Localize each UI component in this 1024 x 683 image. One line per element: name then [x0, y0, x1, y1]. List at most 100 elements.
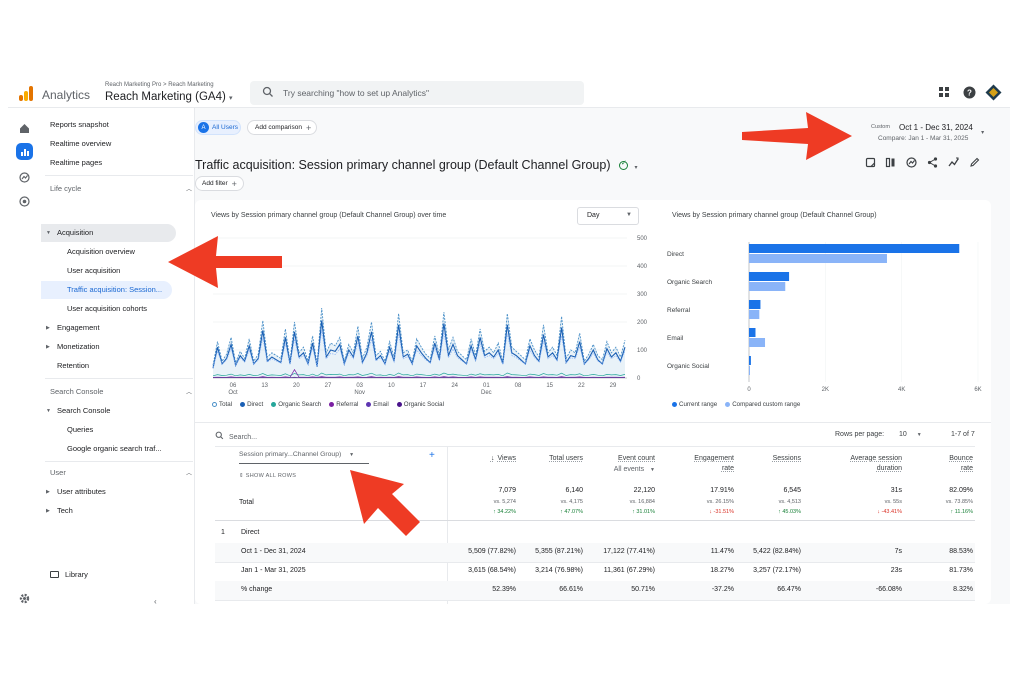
title-dropdown-icon[interactable]: ▾	[634, 165, 637, 171]
dimension-select[interactable]: Session primary...Channel Group) ▼	[239, 451, 369, 464]
date-range-picker[interactable]: Oct 1 - Dec 31, 2024 ▾	[899, 123, 984, 136]
date-range-value: Oct 1 - Dec 31, 2024	[899, 123, 973, 132]
help-icon[interactable]: ?	[963, 86, 976, 99]
group-label: Direct	[241, 529, 260, 536]
column-header-4[interactable]: Sessions	[715, 454, 801, 464]
granularity-select[interactable]: Day ▼	[577, 207, 639, 225]
top-bar: Analytics Reach Marketing Pro > Reach Ma…	[8, 78, 1010, 108]
legend-organic-search[interactable]: Organic Search	[271, 401, 321, 408]
nav-acquisition-overview[interactable]: Acquisition overview	[67, 247, 135, 256]
expand-triangle-icon[interactable]: ▶	[46, 344, 50, 350]
chevron-up-icon[interactable]: ︿	[186, 184, 192, 193]
total-compare: vs. 16,884	[629, 499, 655, 505]
nav-realtime-overview[interactable]: Realtime overview	[50, 139, 111, 148]
bar-current-direct[interactable]	[749, 244, 960, 253]
rows-per-page-select[interactable]: 10 ▼	[899, 431, 922, 438]
chevron-up-icon[interactable]: ︿	[186, 387, 192, 396]
advertising-icon[interactable]	[16, 193, 33, 210]
nav-queries[interactable]: Queries	[67, 425, 93, 434]
divider	[215, 520, 975, 521]
category-label: Email	[667, 335, 684, 342]
share-icon[interactable]	[927, 157, 938, 168]
insights-icon[interactable]	[906, 157, 917, 168]
x-tick-month: Dec	[481, 390, 492, 396]
x-tick-label: 08	[515, 383, 522, 389]
legend-email[interactable]: Email	[366, 401, 389, 408]
bar-compared-organic-search[interactable]	[749, 282, 786, 291]
show-all-rows-button[interactable]: ⇕ SHOW ALL ROWS	[239, 473, 296, 479]
chevron-down-icon: ▾	[229, 95, 233, 102]
nav-section-user[interactable]: User	[50, 468, 66, 477]
x-tick-month: Oct	[228, 390, 238, 396]
total-change: ↑ 31.01%	[632, 509, 655, 515]
y-tick-label: 100	[637, 348, 648, 354]
trend-insights-icon[interactable]	[948, 157, 959, 168]
plus-icon: +	[305, 122, 312, 133]
apps-icon[interactable]	[938, 86, 950, 98]
compare-columns-icon[interactable]	[885, 157, 896, 168]
expand-triangle-icon[interactable]: ▶	[46, 325, 50, 331]
x-tick-label: 24	[451, 383, 458, 389]
nav-tech[interactable]: Tech	[57, 506, 73, 515]
nav-realtime-pages[interactable]: Realtime pages	[50, 158, 102, 167]
x-tick-label: 03	[356, 383, 363, 389]
nav-section-lifecycle[interactable]: Life cycle	[50, 184, 81, 193]
table-search[interactable]: Search...	[215, 431, 257, 441]
bar-current-organic-search[interactable]	[749, 272, 790, 281]
legend-total[interactable]: Total	[212, 401, 232, 408]
nav-user-acquisition-cohorts[interactable]: User acquisition cohorts	[67, 304, 147, 313]
column-header-6[interactable]: Bounce rate	[883, 454, 973, 474]
legend-direct[interactable]: Direct	[240, 401, 263, 408]
bar-chart-title: Views by Session primary channel group (…	[672, 212, 877, 219]
nav-retention[interactable]: Retention	[57, 361, 89, 370]
chevron-up-icon[interactable]: ︿	[186, 468, 192, 477]
edit-comparisons-icon[interactable]	[865, 157, 876, 168]
legend-compared-range[interactable]: Compared custom range	[725, 401, 800, 408]
nav-library[interactable]: Library	[50, 570, 88, 579]
nav-monetization[interactable]: Monetization	[57, 342, 100, 351]
expand-triangle-icon[interactable]: ▶	[46, 508, 50, 514]
add-comparison-button[interactable]: Add comparison +	[247, 120, 317, 135]
explore-icon[interactable]	[16, 169, 33, 186]
bar-current-organic-social[interactable]	[749, 356, 751, 365]
nav-user-acquisition[interactable]: User acquisition	[67, 266, 120, 275]
bar-current-referral[interactable]	[749, 300, 761, 309]
all-users-chip[interactable]: A All Users	[195, 120, 241, 135]
bar-current-email[interactable]	[749, 328, 756, 337]
add-filter-button[interactable]: Add filter +	[195, 176, 244, 191]
home-icon[interactable]	[16, 120, 33, 137]
nav-traffic-acquisition[interactable]: Traffic acquisition: Session...	[67, 285, 162, 294]
x-tick-label: 29	[610, 383, 617, 389]
collapse-triangle-icon[interactable]: ▼	[46, 408, 51, 414]
property-selector[interactable]: Reach Marketing (GA4) ▾	[105, 91, 233, 103]
column-header-2[interactable]: Event count	[569, 454, 655, 464]
nav-engagement[interactable]: Engagement	[57, 323, 100, 332]
nav-user-attributes[interactable]: User attributes	[57, 487, 106, 496]
bar-compared-direct[interactable]	[749, 254, 887, 263]
nav-search-console[interactable]: Search Console	[57, 406, 110, 415]
bar-compared-referral[interactable]	[749, 310, 760, 319]
nav-section-search-console[interactable]: Search Console	[50, 387, 103, 396]
global-search[interactable]: Try searching "how to set up Analytics"	[250, 81, 584, 105]
legend-current-range[interactable]: Current range	[672, 401, 717, 408]
gear-icon[interactable]	[16, 590, 33, 604]
account-avatar[interactable]	[985, 84, 1002, 101]
nav-google-organic-search[interactable]: Google organic search traf...	[67, 444, 162, 453]
event-filter-select[interactable]: All events ▼	[565, 466, 655, 473]
pencil-icon[interactable]	[969, 157, 980, 168]
legend-referral[interactable]: Referral	[329, 401, 358, 408]
analytics-app: Analytics Reach Marketing Pro > Reach Ma…	[8, 78, 1010, 604]
reports-icon[interactable]	[16, 143, 33, 160]
bar-compared-organic-social[interactable]	[749, 366, 750, 375]
category-label: Organic Social	[667, 363, 710, 370]
total-row-label: Total	[239, 499, 254, 506]
nav-acquisition[interactable]: Acquisition	[57, 228, 93, 237]
collapse-nav-icon[interactable]: ‹	[154, 597, 157, 604]
property-breadcrumb[interactable]: Reach Marketing Pro > Reach Marketing	[105, 82, 214, 88]
table-row-label: % change	[241, 586, 273, 593]
nav-reports-snapshot[interactable]: Reports snapshot	[50, 120, 109, 129]
collapse-triangle-icon[interactable]: ▼	[46, 230, 51, 236]
expand-triangle-icon[interactable]: ▶	[46, 489, 50, 495]
bar-compared-email[interactable]	[749, 338, 766, 347]
legend-organic-social[interactable]: Organic Social	[396, 401, 444, 408]
